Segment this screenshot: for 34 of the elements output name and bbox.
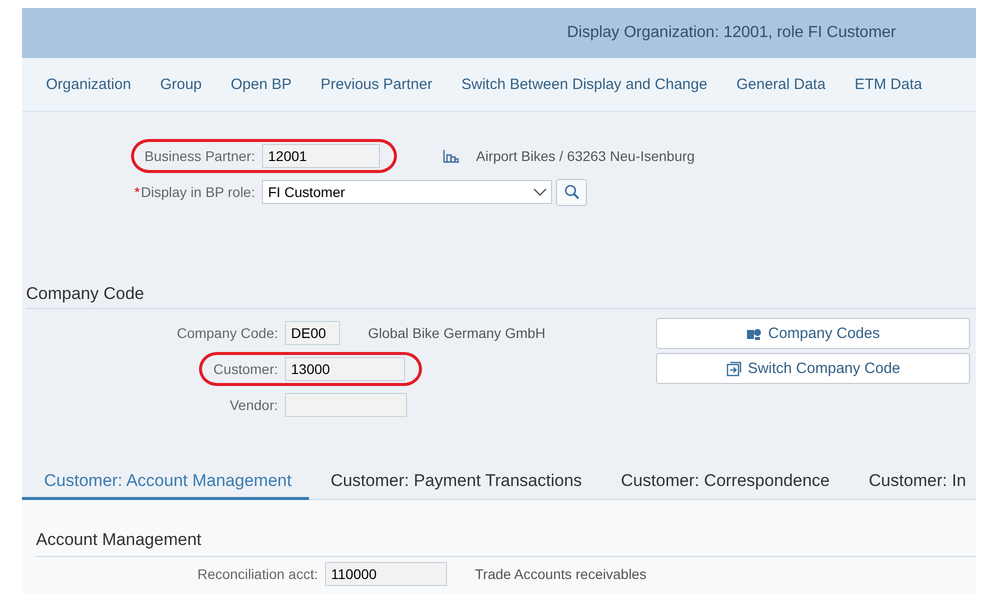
company-description: Global Bike Germany GmbH — [368, 325, 546, 341]
company-button[interactable]: Switch Company Code — [656, 353, 970, 384]
field-label: *Display in BP role: — [134, 184, 255, 200]
tab[interactable]: Customer: Correspondence — [598, 464, 847, 500]
tab[interactable]: Customer: In — [846, 464, 976, 500]
field-label: Vendor: — [230, 397, 278, 413]
input-field[interactable]: 110000 — [325, 562, 447, 586]
toolbar-link[interactable]: Switch Between Display and Change — [461, 76, 708, 93]
account-description: Trade Accounts receivables — [475, 566, 646, 582]
field-label: Company Code: — [176, 325, 278, 341]
toolbar-link[interactable]: Open BP — [230, 76, 292, 93]
toolbar-link[interactable]: Organization — [46, 76, 132, 93]
toolbar-link[interactable]: Group — [160, 76, 202, 93]
input-field[interactable]: 13000 — [285, 357, 405, 381]
field-label: Business Partner: — [144, 148, 255, 164]
search-button[interactable] — [556, 178, 587, 206]
chevron-down-icon — [533, 187, 547, 197]
tab[interactable]: Customer: Payment Transactions — [308, 464, 599, 500]
partner-description: Airport Bikes / 63263 Neu-Isenburg — [476, 148, 695, 164]
toolbar-link[interactable]: Previous Partner — [320, 76, 432, 93]
toolbar-link[interactable]: General Data — [736, 76, 826, 93]
input-field[interactable]: 12001 — [262, 144, 380, 168]
field-label: Reconciliation acct: — [197, 566, 318, 582]
toolbar-link[interactable]: ETM Data — [854, 76, 922, 93]
input-field[interactable] — [285, 393, 407, 417]
field-label: Customer: — [213, 361, 278, 377]
section-title: Company Code — [26, 284, 976, 309]
company-button[interactable]: Company Codes — [656, 318, 970, 349]
section-title: Account Management — [36, 530, 976, 557]
role-dropdown[interactable]: FI Customer — [262, 180, 552, 204]
switch-icon — [726, 360, 742, 376]
search-icon — [564, 184, 580, 200]
window-title: Display Organization: 12001, role FI Customer — [566, 24, 896, 42]
input-field[interactable]: DE00 — [285, 321, 340, 345]
